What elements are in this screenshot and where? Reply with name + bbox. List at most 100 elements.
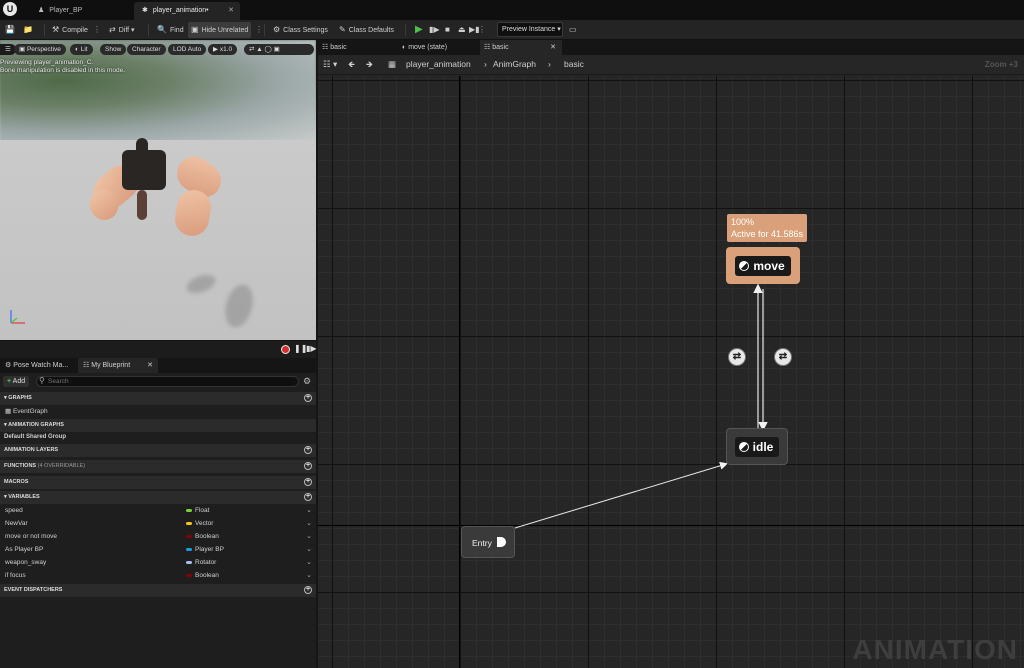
entry-node[interactable]: Entry <box>461 526 515 558</box>
unreal-logo-icon[interactable]: U <box>3 2 17 16</box>
compile-options-icon[interactable]: ⋮ <box>93 22 101 38</box>
state-node-idle[interactable]: idle <box>726 428 788 465</box>
add-function-icon[interactable]: + <box>304 462 312 470</box>
chevron-down-icon[interactable]: ⌄ <box>306 517 312 530</box>
section-variables[interactable]: ▾ VARIABLES + <box>0 491 316 504</box>
section-functions[interactable]: FUNCTIONS (4 OVERRIDABLE) + <box>0 460 316 473</box>
hide-unrelated-button[interactable]: ▣ Hide Unrelated <box>188 22 252 38</box>
preview-message: Previewing player_animation_C. <box>0 59 94 66</box>
variable-row[interactable]: if focus Boolean ⌄ <box>0 569 316 582</box>
tab-move-state[interactable]: ◐ move (state) <box>398 40 480 55</box>
find-button[interactable]: 🔍 Find <box>154 22 187 38</box>
tab-basic[interactable]: ☷ basic <box>318 40 398 55</box>
background-scene <box>0 40 316 142</box>
weapon-grip <box>137 190 147 220</box>
graph-menu-icon[interactable]: ☷ ▾ <box>323 59 337 70</box>
exec-pin-icon[interactable] <box>497 537 506 547</box>
toolbar-divider <box>264 24 265 36</box>
tab-player-animation[interactable]: ✱ player_animation• ✕ <box>134 2 240 20</box>
state-node-move[interactable]: move <box>726 247 800 284</box>
class-defaults-button[interactable]: ✎ Class Defaults <box>336 22 397 38</box>
variable-row[interactable]: weapon_sway Rotator ⌄ <box>0 556 316 569</box>
play-speed-button[interactable]: ▶ x1.0 <box>208 44 238 55</box>
save-icon[interactable]: 💾 <box>2 22 21 38</box>
record-icon[interactable] <box>281 345 290 354</box>
pencil-icon: ✎ <box>339 25 346 34</box>
show-button[interactable]: Show <box>100 44 127 55</box>
next-frame-icon[interactable]: ▮▶ <box>306 344 317 353</box>
tab-my-blueprint[interactable]: ☷ My Blueprint ✕ <box>78 358 158 373</box>
transition-rule-icon[interactable]: ⇄ <box>774 348 792 366</box>
tab-basic-active[interactable]: ☷ basic ✕ <box>480 40 562 55</box>
state-icon <box>738 441 749 452</box>
search-input[interactable] <box>48 377 288 386</box>
add-button[interactable]: + Add <box>3 376 30 387</box>
back-arrow-icon[interactable]: 🡸 <box>348 59 355 73</box>
binoculars-icon: 🔍 <box>157 25 167 34</box>
character-button[interactable]: Character <box>127 44 166 55</box>
step-icon[interactable]: ▮▶ <box>426 22 443 38</box>
add-dispatcher-icon[interactable]: + <box>304 586 312 594</box>
compile-button[interactable]: ⚒ Compile <box>49 22 91 38</box>
close-icon[interactable]: ✕ <box>550 40 556 55</box>
toolbar-divider <box>405 24 406 36</box>
stop-icon[interactable]: ■ <box>442 22 453 38</box>
graph-canvas[interactable]: 100% Active for 41.586s move ⇄ ⇄ idle En… <box>318 76 1024 668</box>
perspective-button[interactable]: ▣ Perspective <box>14 44 66 55</box>
forward-arrow-icon[interactable]: 🡺 <box>366 59 373 73</box>
preview-viewport[interactable]: ☰ ▣ Perspective ◐ Lit Show Character LOD… <box>0 40 316 340</box>
search-field[interactable]: ⚲ <box>36 376 299 387</box>
bone-manipulation-message: Bone manipulation is disabled in this mo… <box>0 67 126 74</box>
plus-icon: + <box>7 378 12 385</box>
variable-row[interactable]: As Player BP Player BP ⌄ <box>0 543 316 556</box>
add-macro-icon[interactable]: + <box>304 478 312 486</box>
variable-row[interactable]: speed Float ⌄ <box>0 504 316 517</box>
gear-icon[interactable]: ⚙ <box>303 376 311 387</box>
play-options-icon[interactable]: ⋮ <box>478 22 486 38</box>
graph-watermark: ANIMATION <box>852 634 1018 665</box>
diff-button[interactable]: ⇄ Diff ▾ <box>106 22 138 38</box>
breadcrumb-separator-icon: › <box>548 59 551 69</box>
breadcrumb-item[interactable]: AnimGraph <box>493 59 536 69</box>
list-item-event-graph[interactable]: ▦ EventGraph <box>0 405 316 418</box>
breadcrumb-item[interactable]: player_animation <box>406 59 471 69</box>
browse-icon[interactable]: 📁 <box>20 22 39 38</box>
chevron-down-icon[interactable]: ⌄ <box>306 556 312 569</box>
find-options-icon[interactable]: ⋮ <box>255 22 263 38</box>
person-icon: ♟ <box>38 7 45 14</box>
section-macros[interactable]: MACROS + <box>0 476 316 489</box>
hide-icon: ▣ <box>191 25 199 34</box>
gear-icon: ⚙ <box>273 25 281 34</box>
chevron-down-icon[interactable]: ⌄ <box>306 530 312 543</box>
anim-graph-editor: ☷ basic ◐ move (state) ☷ basic ✕ ☷ ▾ 🡸 🡺… <box>318 40 1024 668</box>
variable-row[interactable]: move or not move Boolean ⌄ <box>0 530 316 543</box>
play-icon[interactable]: ▶ <box>412 22 426 38</box>
breadcrumb-item[interactable]: basic <box>564 59 584 69</box>
lod-button[interactable]: LOD Auto <box>168 44 207 55</box>
tab-pose-watch[interactable]: ⚙ Pose Watch Ma... <box>0 358 73 373</box>
chevron-down-icon[interactable]: ⌄ <box>306 504 312 517</box>
section-graphs[interactable]: ▾ GRAPHS + <box>0 392 316 405</box>
weapon-sight <box>136 138 148 160</box>
section-event-dispatchers[interactable]: EVENT DISPATCHERS + <box>0 584 316 597</box>
tab-player-bp[interactable]: ♟ Player_BP <box>30 2 90 20</box>
state-icon <box>739 260 750 271</box>
zoom-level: Zoom +3 <box>984 60 1018 69</box>
chevron-down-icon[interactable]: ⌄ <box>306 569 312 582</box>
list-item-default-shared-group[interactable]: Default Shared Group <box>0 431 316 444</box>
variable-row[interactable]: NewVar Vector ⌄ <box>0 517 316 530</box>
add-variable-icon[interactable]: + <box>304 493 312 501</box>
close-icon[interactable]: ✕ <box>147 358 153 373</box>
add-graph-icon[interactable]: + <box>304 394 312 402</box>
preview-instance-dropdown[interactable]: Preview Instance ▾ <box>497 22 563 37</box>
add-layer-icon[interactable]: + <box>304 446 312 454</box>
class-settings-button[interactable]: ⚙ Class Settings <box>270 22 331 38</box>
lit-button[interactable]: ◐ Lit <box>70 44 93 55</box>
chevron-down-icon[interactable]: ⌄ <box>306 543 312 556</box>
close-icon[interactable]: ✕ <box>228 2 234 20</box>
debug-filter-icon[interactable]: ▭ <box>566 22 580 38</box>
viewport-options-strip[interactable]: ⇄ ▲ ◯ ▣ <box>244 44 314 55</box>
entry-to-idle-wire <box>514 461 728 529</box>
transition-rule-icon[interactable]: ⇄ <box>728 348 746 366</box>
section-animation-layers[interactable]: ANIMATION LAYERS + <box>0 444 316 457</box>
